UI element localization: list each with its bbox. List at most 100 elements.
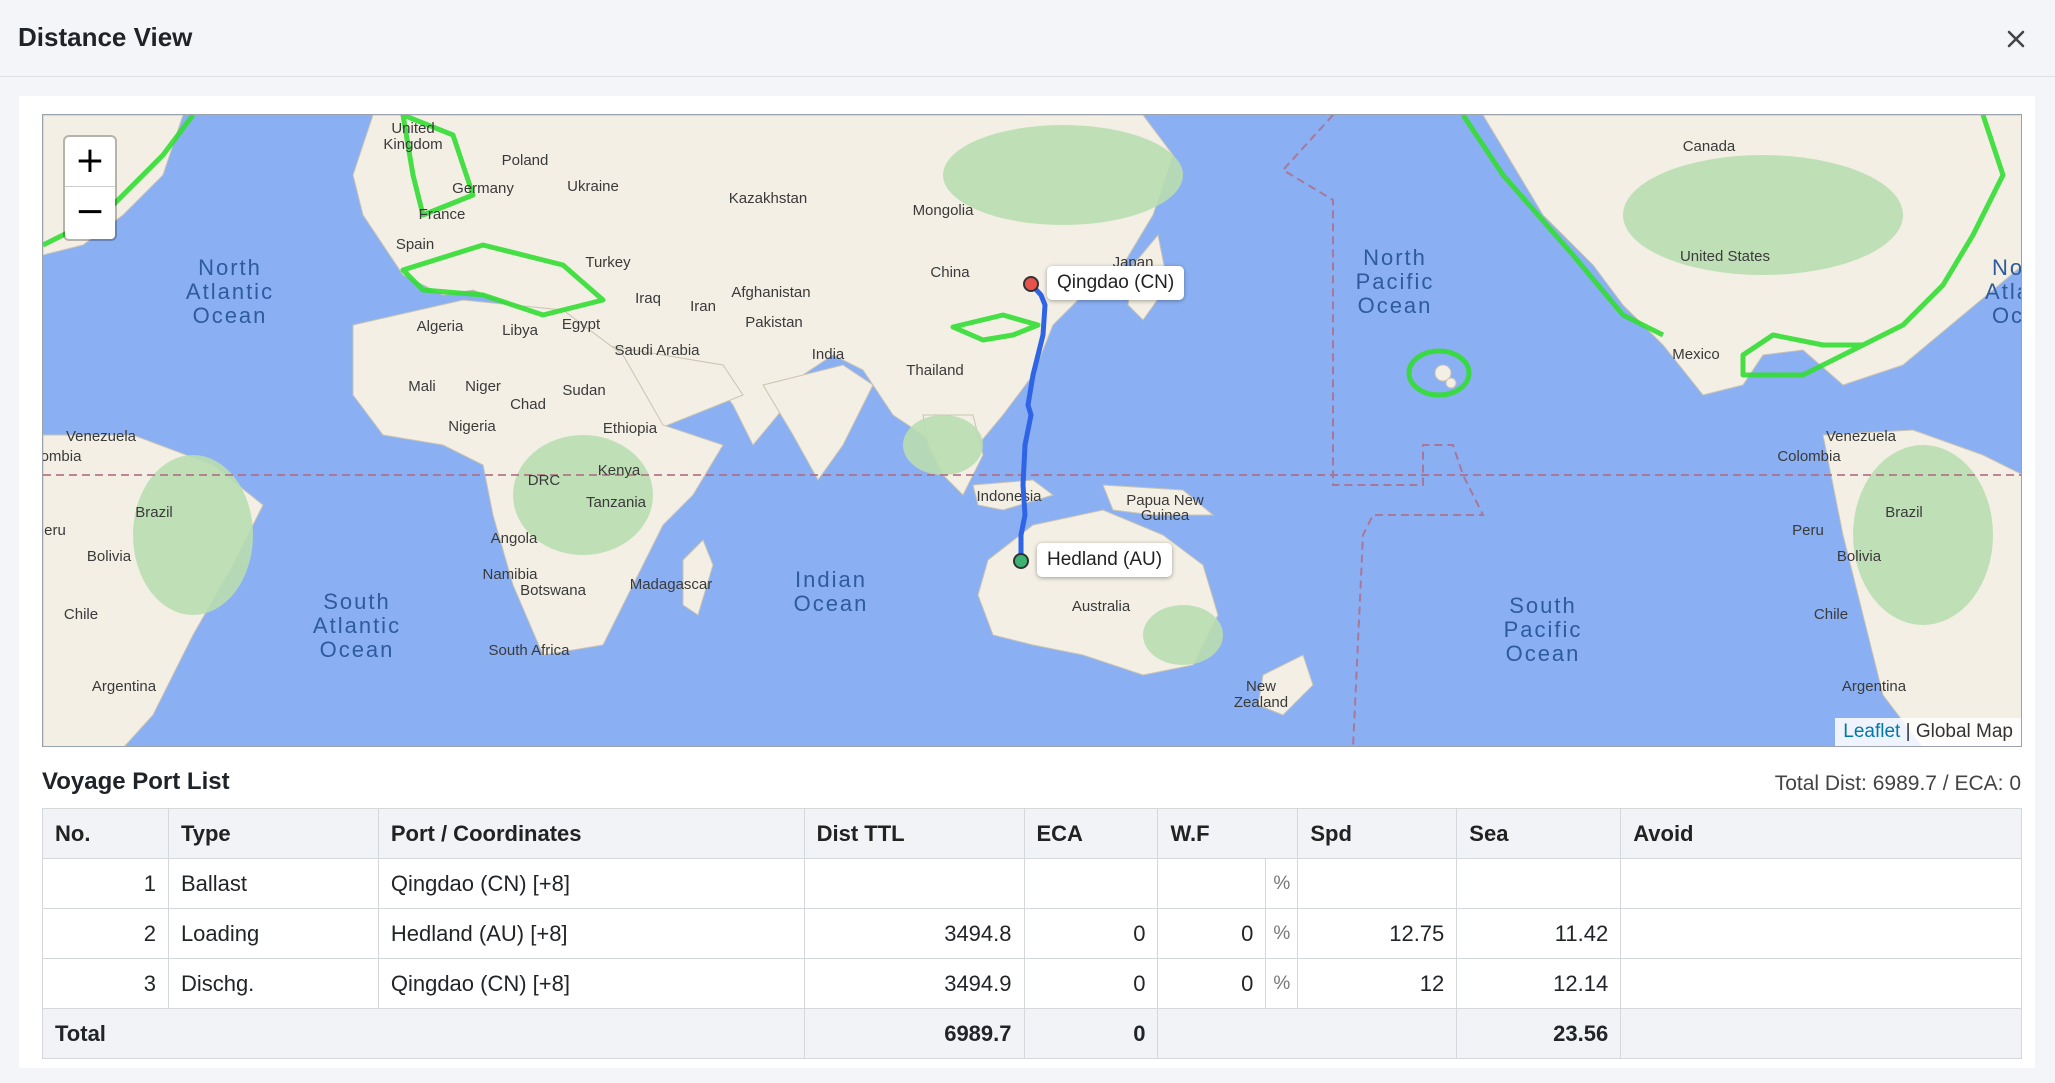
wf-unit: % — [1265, 908, 1299, 959]
place-label: Brazil — [135, 504, 173, 521]
north-atlantic-label-line1: North — [198, 255, 262, 280]
place-label: Bolivia — [1837, 548, 1882, 565]
column-header: Port / Coordinates — [377, 808, 805, 859]
place-label: Canada — [1683, 138, 1736, 155]
avoid-cell[interactable] — [1620, 958, 2022, 1009]
place-label: Nigeria — [448, 418, 496, 435]
place-label: Ethiopia — [603, 420, 658, 437]
place-label: Libya — [502, 322, 539, 339]
place-label: Afghanistan — [731, 284, 810, 301]
south-pacific-label-line1: South — [1509, 593, 1577, 618]
place-label: Argentina — [92, 678, 157, 695]
place-label: China — [930, 264, 970, 281]
south-pacific-label-line2: Pacific — [1504, 617, 1583, 642]
place-label: Venezuela — [1826, 428, 1897, 445]
port-name: Hedland (AU) [+8] — [377, 908, 805, 959]
place-label: United States — [1680, 248, 1770, 265]
avoid-cell[interactable] — [1620, 858, 2022, 909]
north-atlantic-east-label-line3: Oc — [1992, 303, 2022, 328]
wf-value: 0 — [1157, 908, 1267, 959]
distance-summary: Total Dist: 6989.7 / ECA: 0 — [1774, 772, 2021, 795]
port-name: Qingdao (CN) [+8] — [377, 958, 805, 1009]
place-label: Kazakhstan — [729, 190, 807, 207]
table-row[interactable]: 2 Loading Hedland (AU) [+8] 3494.8 0 0 %… — [42, 908, 2022, 959]
place-label: Brazil — [1885, 504, 1923, 521]
place-label: Iraq — [635, 290, 661, 307]
place-label: Poland — [502, 152, 549, 169]
column-header: Dist TTL — [803, 808, 1025, 859]
close-button[interactable] — [1999, 22, 2033, 56]
table-header-row: No. Type Port / Coordinates Dist TTL ECA… — [42, 808, 2022, 859]
sea-days — [1456, 858, 1622, 909]
north-pacific-label-line2: Pacific — [1356, 269, 1435, 294]
total-row: Total 6989.7 0 23.56 — [42, 1008, 2022, 1059]
column-header: Spd — [1297, 808, 1458, 859]
place-label: Niger — [465, 378, 501, 395]
place-label: Colombia — [1777, 448, 1841, 465]
place-label: South Africa — [489, 642, 571, 659]
port-list-title: Voyage Port List — [42, 768, 230, 795]
total-dist: 6989.7 — [803, 1008, 1025, 1059]
total-blank — [1157, 1008, 1458, 1059]
port-type: Dischg. — [167, 958, 379, 1009]
place-label: United — [391, 120, 434, 137]
sea-days: 11.42 — [1456, 908, 1622, 959]
speed-value: 12 — [1297, 958, 1458, 1009]
qingdao-marker[interactable] — [1023, 276, 1039, 292]
place-label: Mali — [408, 378, 436, 395]
total-sea: 23.56 — [1456, 1008, 1622, 1059]
column-header: Sea — [1456, 808, 1622, 859]
port-type: Loading — [167, 908, 379, 959]
place-label: Saudi Arabia — [614, 342, 700, 359]
place-label: Chile — [64, 606, 98, 623]
modal-header: Distance View — [0, 0, 2055, 77]
table-row[interactable]: 3 Dischg. Qingdao (CN) [+8] 3494.9 0 0 %… — [42, 958, 2022, 1009]
place-label: Bolivia — [87, 548, 132, 565]
south-atlantic-label-line1: South — [323, 589, 391, 614]
hedland-port-label: Hedland (AU) — [1037, 543, 1173, 577]
place-label: Spain — [396, 236, 434, 253]
place-label: Pakistan — [745, 314, 803, 331]
close-icon — [2007, 30, 2025, 48]
dist-ttl: 3494.9 — [803, 958, 1025, 1009]
zoom-in-button[interactable]: + — [65, 137, 115, 187]
place-label: Venezuela — [66, 428, 137, 445]
eca-value: 0 — [1023, 958, 1159, 1009]
wf-unit: % — [1265, 858, 1299, 909]
port-type: Ballast — [167, 858, 379, 909]
leaflet-link[interactable]: Leaflet — [1843, 721, 1900, 742]
sea-days: 12.14 — [1456, 958, 1622, 1009]
north-atlantic-east-label-line1: No — [1992, 255, 2022, 280]
place-label: Algeria — [417, 318, 464, 335]
column-header: Avoid — [1620, 808, 2022, 859]
port-table: No. Type Port / Coordinates Dist TTL ECA… — [42, 808, 2022, 1059]
place-label: Peru — [1792, 522, 1824, 539]
place-label: Angola — [491, 530, 538, 547]
row-number: 3 — [42, 958, 169, 1009]
column-header: Type — [167, 808, 379, 859]
eca-value: 0 — [1023, 908, 1159, 959]
place-label: Argentina — [1842, 678, 1907, 695]
place-label: Zealand — [1234, 694, 1288, 711]
place-label: Australia — [1072, 598, 1131, 615]
place-label: Thailand — [906, 362, 964, 379]
place-label: Mexico — [1672, 346, 1720, 363]
world-map[interactable]: North Atlantic Ocean South Atlantic Ocea… — [42, 114, 2022, 747]
eca-value — [1023, 858, 1159, 909]
hedland-marker[interactable] — [1013, 553, 1029, 569]
avoid-cell[interactable] — [1620, 908, 2022, 959]
map-canvas[interactable]: North Atlantic Ocean South Atlantic Ocea… — [43, 115, 2022, 747]
north-atlantic-label-line3: Ocean — [193, 303, 268, 328]
column-header: No. — [42, 808, 169, 859]
place-label: Kenya — [598, 462, 641, 479]
column-header: ECA — [1023, 808, 1159, 859]
speed-value: 12.75 — [1297, 908, 1458, 959]
zoom-out-button[interactable]: − — [65, 188, 115, 238]
row-number: 2 — [42, 908, 169, 959]
zoom-control: + − — [63, 135, 117, 241]
place-label: Chad — [510, 396, 546, 413]
table-row[interactable]: 1 Ballast Qingdao (CN) [+8] % — [42, 858, 2022, 909]
place-label: India — [812, 346, 845, 363]
south-atlantic-label-line3: Ocean — [320, 637, 395, 662]
place-label: Namibia — [482, 566, 538, 583]
